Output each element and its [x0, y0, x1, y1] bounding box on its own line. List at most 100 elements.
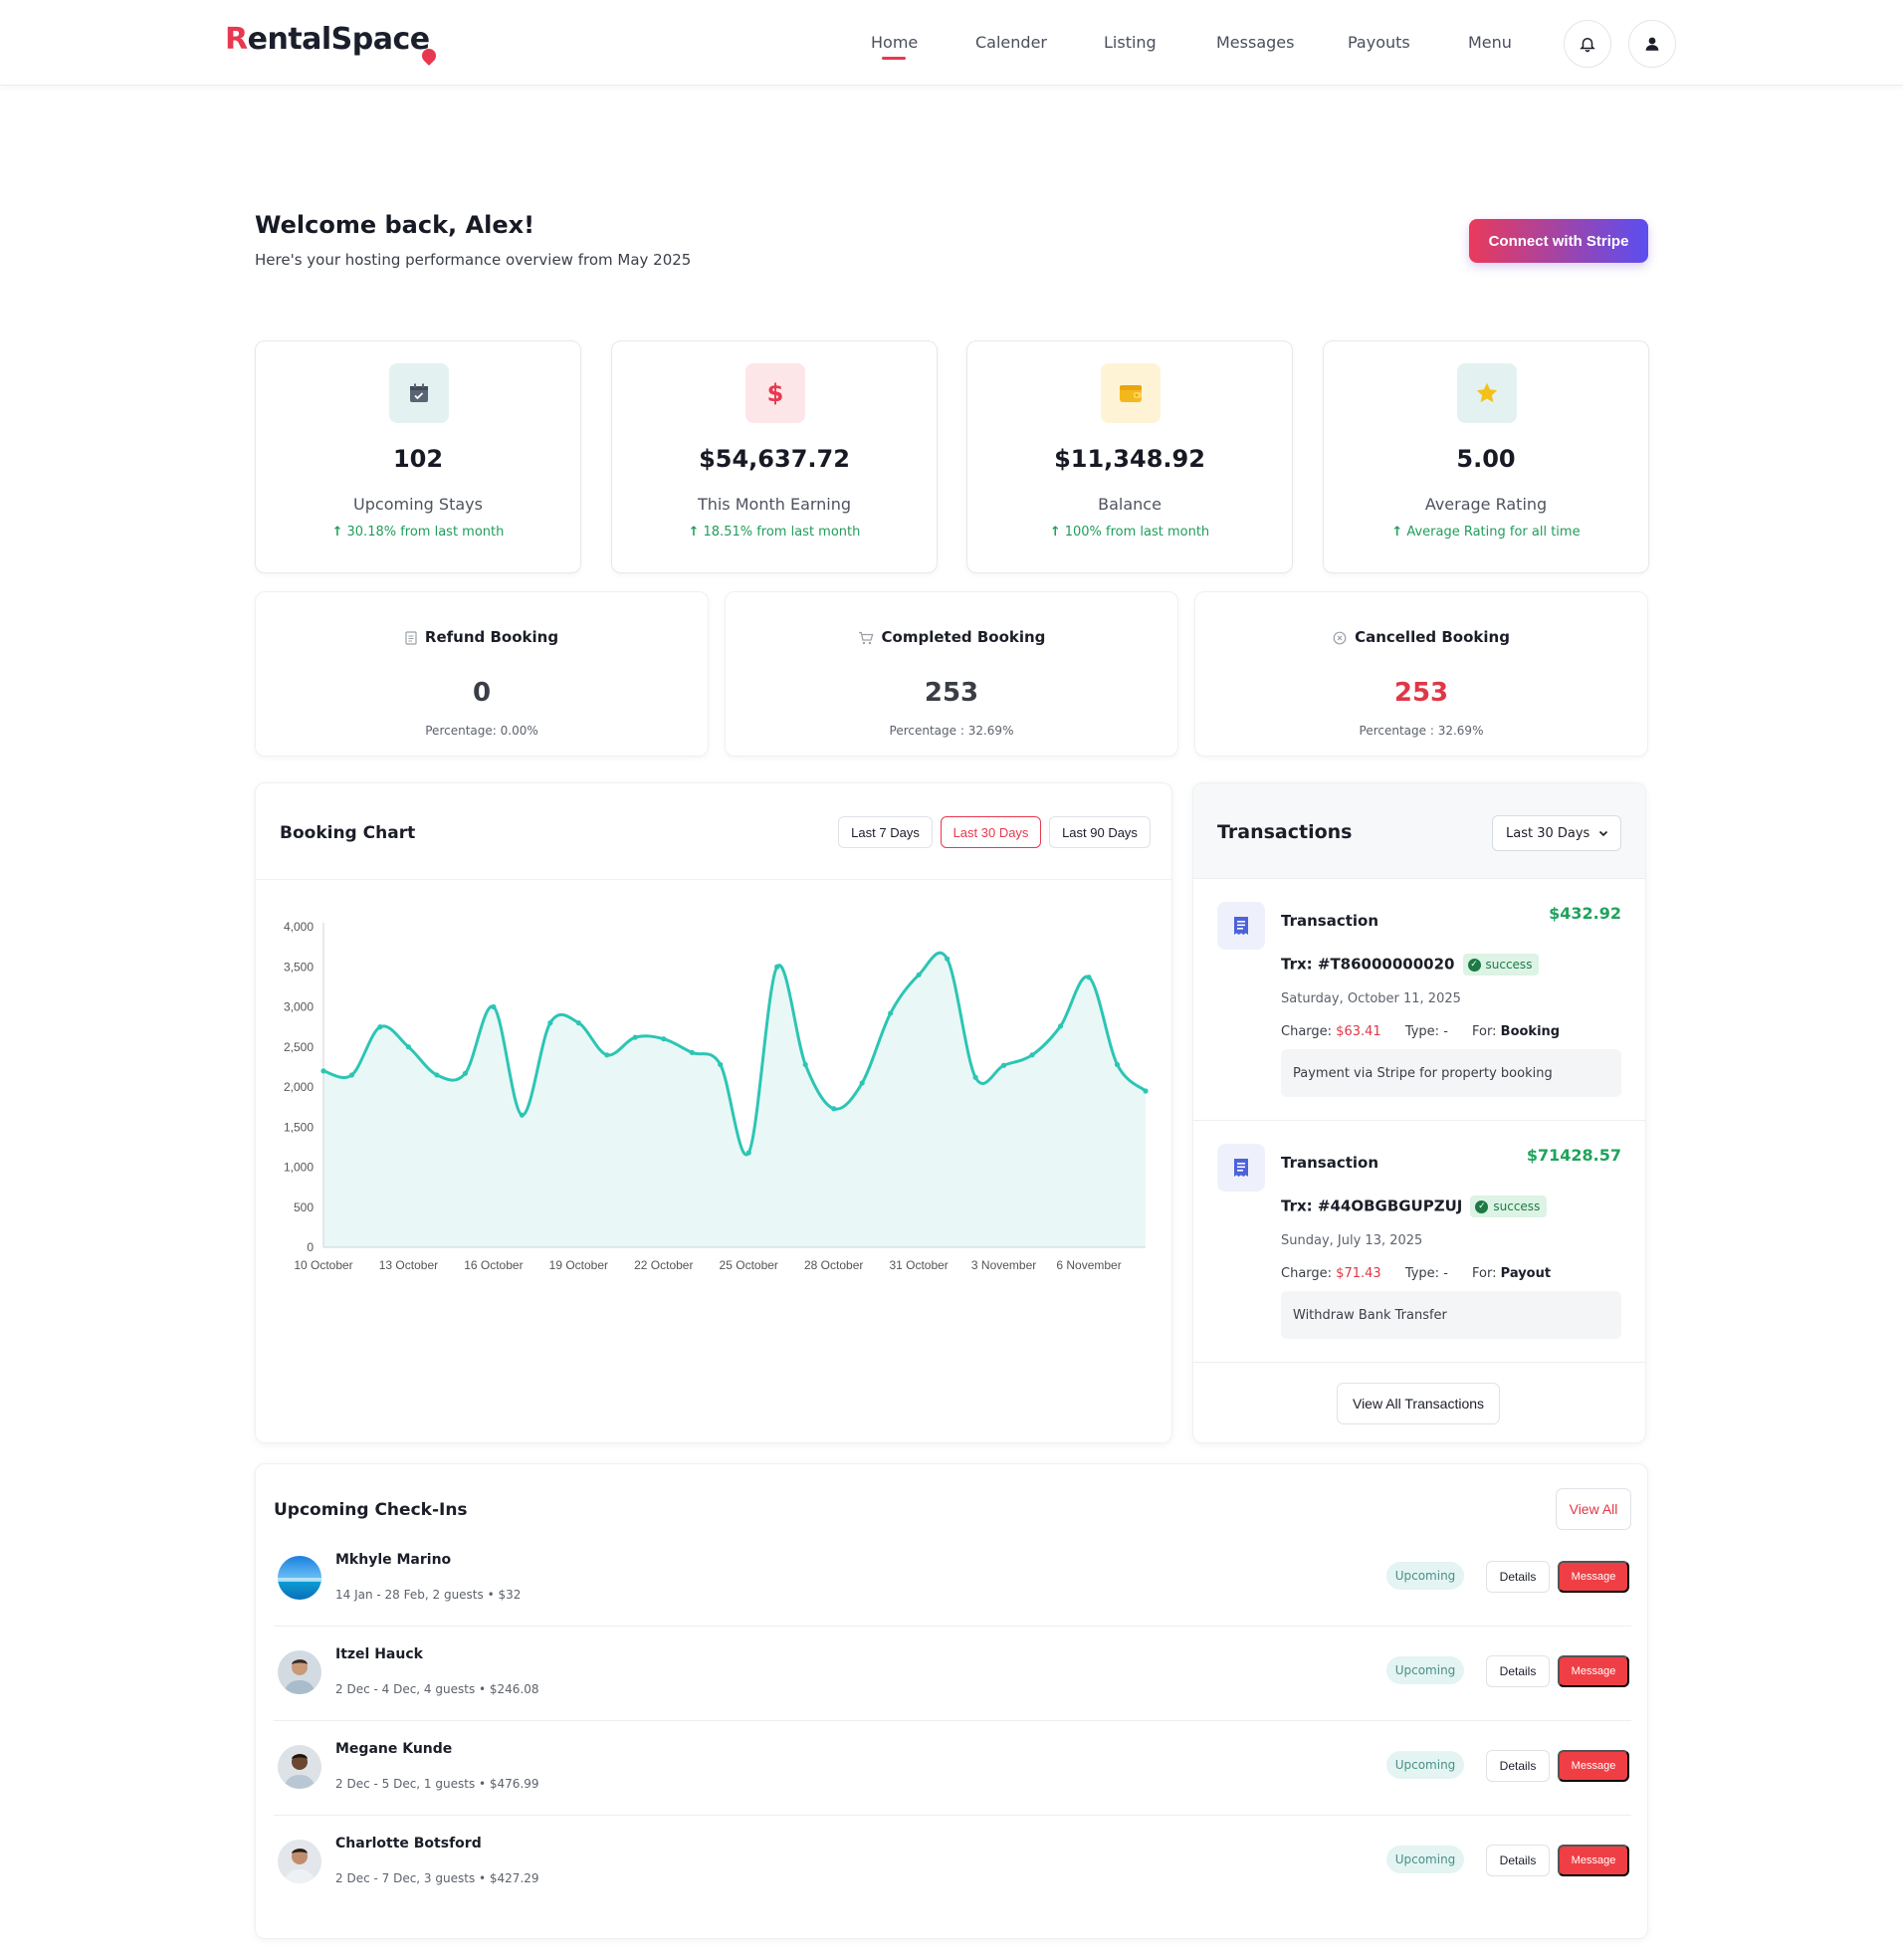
status-badge: Upcoming: [1386, 1656, 1464, 1684]
details-button[interactable]: Details: [1486, 1655, 1550, 1687]
transaction-item[interactable]: Transaction $71428.57 Trx: #44OBGBGUPZUJ…: [1193, 1122, 1645, 1363]
nav-messages[interactable]: Messages: [1216, 33, 1294, 52]
nav-home[interactable]: Home: [871, 33, 918, 52]
stat-value: 102: [392, 445, 444, 473]
data-point: [405, 1044, 412, 1050]
data-point: [1029, 1052, 1035, 1058]
refund-booking-percentage: Percentage: 0.00%: [425, 724, 538, 738]
details-button[interactable]: Details: [1486, 1750, 1550, 1782]
stat-label: This Month Earning: [697, 495, 852, 514]
checkin-row: Megane Kunde 2 Dec - 5 Dec, 1 guests • $…: [274, 1721, 1631, 1816]
data-point: [972, 1074, 978, 1080]
user-icon: [1645, 37, 1659, 51]
transaction-meta: Charge: $71.43 Type: - For: Payout: [1281, 1266, 1552, 1281]
nav-menu[interactable]: Menu: [1468, 33, 1512, 52]
transactions-panel: Transactions Last 30 Days Transaction $4…: [1192, 782, 1646, 1443]
range-last-7-days[interactable]: Last 7 Days: [838, 816, 933, 848]
transaction-id: Trx: #T86000000020 ✓ success: [1281, 954, 1540, 976]
data-point: [718, 1061, 724, 1068]
stat-trend: ↑ 18.51% from last month: [688, 525, 861, 540]
booking-chart-panel: Booking Chart Last 7 Days Last 30 Days L…: [255, 782, 1172, 1443]
data-point: [377, 1024, 383, 1030]
cart-icon: [858, 631, 874, 644]
arrow-up-icon: ↑: [1049, 525, 1061, 540]
data-point: [1057, 1023, 1064, 1029]
booking-details: 2 Dec - 5 Dec, 1 guests • $476.99: [335, 1777, 539, 1791]
profile-button[interactable]: [1628, 20, 1676, 68]
transaction-description: Payment via Stripe for property booking: [1281, 1049, 1621, 1097]
data-point: [661, 1036, 667, 1042]
stat-value: 5.00: [1456, 445, 1516, 473]
range-last-30-days[interactable]: Last 30 Days: [941, 816, 1041, 848]
active-nav-indicator: [882, 57, 906, 60]
data-point: [831, 1106, 837, 1112]
data-point: [888, 1010, 894, 1016]
transaction-charge: $63.41: [1336, 1024, 1381, 1039]
data-point: [1086, 975, 1092, 980]
data-point: [575, 1020, 581, 1026]
nav-calender[interactable]: Calender: [975, 33, 1047, 52]
transaction-charge: $71.43: [1336, 1266, 1381, 1281]
arrow-up-icon: ↑: [688, 525, 700, 540]
x-tick-label: 22 October: [634, 1258, 693, 1272]
welcome-title: Welcome back, Alex!: [255, 211, 535, 239]
guest-name: Itzel Hauck: [335, 1646, 423, 1662]
stat-label: Balance: [1098, 495, 1162, 514]
message-button[interactable]: Message: [1558, 1845, 1629, 1876]
stat-card-upcoming-stays: 102 Upcoming Stays ↑ 30.18% from last mon…: [255, 340, 581, 573]
stat-value: $11,348.92: [1054, 445, 1205, 473]
booking-details: 2 Dec - 4 Dec, 4 guests • $246.08: [335, 1682, 539, 1696]
nav-listing[interactable]: Listing: [1104, 33, 1157, 52]
x-tick-label: 31 October: [889, 1258, 948, 1272]
calendar-check-icon: [389, 363, 449, 423]
x-tick-label: 3 November: [971, 1258, 1036, 1272]
receipt-icon: [1217, 1144, 1265, 1192]
data-point: [434, 1072, 440, 1078]
message-button[interactable]: Message: [1558, 1750, 1629, 1782]
y-tick-label: 0: [307, 1240, 314, 1254]
data-point: [1000, 1062, 1007, 1068]
stat-card-average-rating: 5.00 Average Rating ↑ Average Rating for …: [1323, 340, 1649, 573]
x-tick-label: 16 October: [464, 1258, 523, 1272]
details-button[interactable]: Details: [1486, 1561, 1550, 1593]
transaction-name: Transaction: [1281, 912, 1379, 930]
notifications-button[interactable]: [1564, 20, 1611, 68]
transaction-amount: $71428.57: [1526, 1146, 1621, 1165]
view-all-transactions-button[interactable]: View All Transactions: [1337, 1383, 1500, 1424]
data-point: [632, 1034, 638, 1040]
transactions-period-select[interactable]: Last 30 Days: [1492, 815, 1621, 851]
x-tick-label: 6 November: [1056, 1258, 1121, 1272]
transaction-item[interactable]: Transaction $432.92 Trx: #T86000000020 ✓ s…: [1193, 880, 1645, 1121]
message-button[interactable]: Message: [1558, 1655, 1629, 1687]
stat-label: Upcoming Stays: [353, 495, 483, 514]
dollar-icon: $: [745, 363, 805, 423]
y-tick-label: 4,000: [284, 920, 314, 934]
view-all-checkins-button[interactable]: View All: [1556, 1488, 1631, 1530]
checkin-row: Charlotte Botsford 2 Dec - 7 Dec, 3 gues…: [274, 1816, 1631, 1910]
card-title: Cancelled Booking: [1355, 628, 1510, 646]
rentalspace-logo[interactable]: RentalSpace: [225, 22, 439, 66]
data-point: [802, 1061, 808, 1068]
y-tick-label: 2,500: [284, 1040, 314, 1054]
data-point: [774, 964, 780, 970]
cancel-circle-icon: [1333, 631, 1347, 644]
nav-payouts[interactable]: Payouts: [1348, 33, 1410, 52]
transaction-description: Withdraw Bank Transfer: [1281, 1291, 1621, 1339]
data-point: [859, 1080, 865, 1086]
range-last-90-days[interactable]: Last 90 Days: [1049, 816, 1151, 848]
data-point: [1143, 1088, 1149, 1094]
chart-title: Booking Chart: [280, 823, 416, 843]
transaction-for: Booking: [1500, 1024, 1561, 1039]
receipt-icon: [405, 630, 417, 645]
connect-stripe-button[interactable]: Connect with Stripe: [1469, 219, 1648, 263]
data-point: [689, 1049, 695, 1055]
receipt-icon: [1217, 902, 1265, 950]
transaction-type: -: [1443, 1024, 1448, 1039]
card-title: Refund Booking: [424, 628, 559, 646]
message-button[interactable]: Message: [1558, 1561, 1629, 1593]
success-badge: ✓ success: [1470, 1196, 1548, 1217]
stat-trend: ↑ Average Rating for all time: [1391, 525, 1581, 540]
details-button[interactable]: Details: [1486, 1845, 1550, 1876]
transaction-date: Sunday, July 13, 2025: [1281, 1233, 1423, 1248]
data-point: [348, 1072, 355, 1078]
